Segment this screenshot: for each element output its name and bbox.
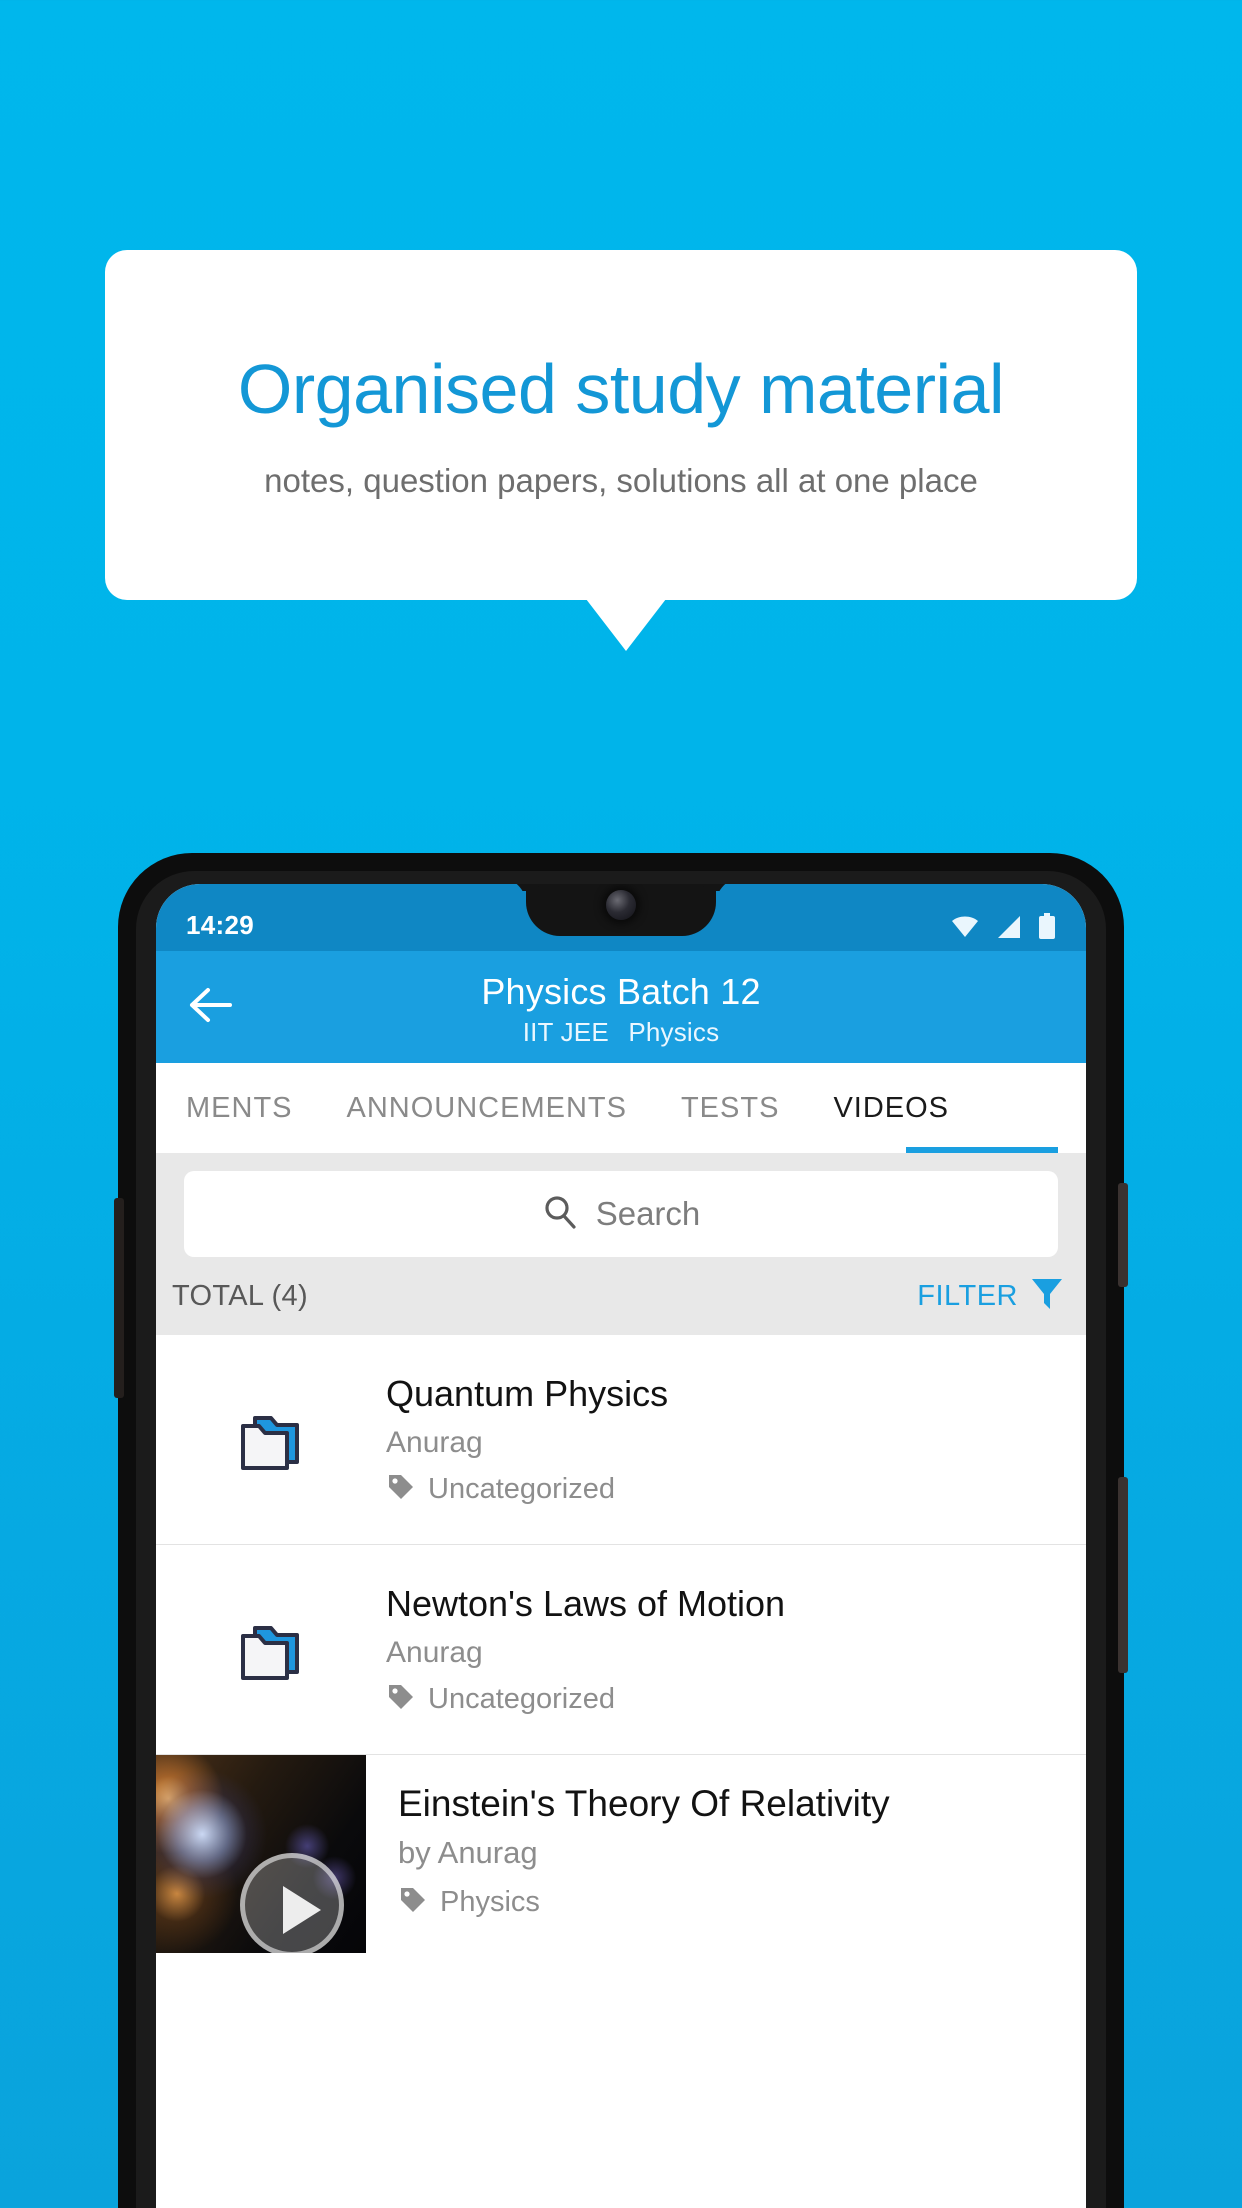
page-subtitle: IIT JEE Physics	[156, 1017, 1086, 1048]
tag-icon	[386, 1682, 416, 1717]
list-item-author: Anurag	[386, 1635, 483, 1669]
status-icons	[950, 913, 1056, 941]
status-time: 14:29	[186, 910, 254, 940]
filter-button[interactable]: FILTER	[917, 1276, 1064, 1317]
list-item-body: Einstein's Theory Of Relativity by Anura…	[366, 1755, 910, 1953]
subtitle-exam: IIT JEE	[522, 1016, 609, 1047]
promo-card-tail	[586, 599, 666, 651]
search-icon	[542, 1194, 578, 1235]
tab-ments[interactable]: MENTS	[186, 1092, 293, 1125]
tag-icon	[398, 1885, 428, 1920]
promo-title: Organised study material	[237, 349, 1005, 428]
list-item-tag-text: Uncategorized	[428, 1682, 615, 1715]
phone-power-button[interactable]	[1118, 1183, 1128, 1287]
list-item-tag-text: Uncategorized	[428, 1472, 615, 1505]
list-item-tag: Uncategorized	[386, 1682, 785, 1717]
tab-announcements[interactable]: ANNOUNCEMENTS	[347, 1092, 627, 1125]
list-item-body: Quantum Physics Anurag Uncategorized	[386, 1372, 688, 1506]
list-item-author: Anurag	[386, 1425, 483, 1459]
phone-notch	[526, 884, 716, 936]
arrow-left-icon[interactable]	[188, 985, 234, 1030]
battery-icon	[1038, 913, 1056, 939]
promo-card: Organised study material notes, question…	[105, 250, 1137, 600]
tab-bar: MENTS ANNOUNCEMENTS TESTS VIDEOS	[156, 1063, 1086, 1153]
play-triangle	[283, 1886, 321, 1934]
promo-subtitle: notes, question papers, solutions all at…	[264, 461, 978, 499]
folder-icon	[156, 1402, 386, 1478]
app-bar: Physics Batch 12 IIT JEE Physics	[156, 951, 1086, 1063]
front-camera	[606, 890, 636, 920]
content-list: Quantum Physics Anurag Uncategorized New…	[156, 1335, 1086, 1953]
phone-left-button[interactable]	[114, 1198, 124, 1398]
page-title: Physics Batch 12	[481, 970, 761, 1012]
list-item-title: Quantum Physics	[386, 1373, 669, 1415]
signal-icon	[996, 915, 1022, 939]
list-item-body: Newton's Laws of Motion Anurag Uncategor…	[386, 1582, 805, 1716]
tab-tests[interactable]: TESTS	[681, 1092, 779, 1125]
list-item-tag-text: Physics	[440, 1886, 540, 1918]
phone-volume-button[interactable]	[1118, 1477, 1128, 1673]
video-thumbnail[interactable]	[156, 1755, 366, 1953]
list-item-author: by Anurag	[398, 1835, 538, 1870]
folder-icon	[156, 1612, 386, 1688]
app-bar-titles: Physics Batch 12 IIT JEE Physics	[156, 967, 1086, 1048]
search-input[interactable]: Search	[184, 1171, 1058, 1257]
tab-videos[interactable]: VIDEOS	[833, 1092, 949, 1125]
list-item[interactable]: Newton's Laws of Motion Anurag Uncategor…	[156, 1545, 1086, 1755]
phone-screen: 14:29 Physics Batch 12 IIT JEE Physics M…	[156, 884, 1086, 2208]
subtitle-subject: Physics	[628, 1016, 720, 1047]
filter-label: FILTER	[917, 1279, 1018, 1312]
search-placeholder: Search	[595, 1195, 701, 1232]
list-toolbar: TOTAL (4) FILTER	[156, 1257, 1086, 1335]
list-item[interactable]: Einstein's Theory Of Relativity by Anura…	[156, 1755, 1086, 1953]
list-item-title: Einstein's Theory Of Relativity	[398, 1783, 890, 1824]
play-icon[interactable]	[240, 1853, 344, 1953]
active-tab-indicator	[906, 1147, 1058, 1153]
funnel-icon	[1030, 1276, 1064, 1317]
list-item-tag: Physics	[398, 1885, 890, 1920]
status-bar: 14:29	[156, 884, 1086, 951]
list-item[interactable]: Quantum Physics Anurag Uncategorized	[156, 1335, 1086, 1545]
list-item-tag: Uncategorized	[386, 1472, 668, 1507]
phone-mockup: 14:29 Physics Batch 12 IIT JEE Physics M…	[114, 853, 1128, 2208]
total-count-label: TOTAL (4)	[172, 1279, 308, 1312]
list-item-title: Newton's Laws of Motion	[386, 1583, 786, 1625]
tag-icon	[386, 1472, 416, 1507]
wifi-icon	[950, 915, 980, 939]
search-area: Search	[156, 1153, 1086, 1257]
